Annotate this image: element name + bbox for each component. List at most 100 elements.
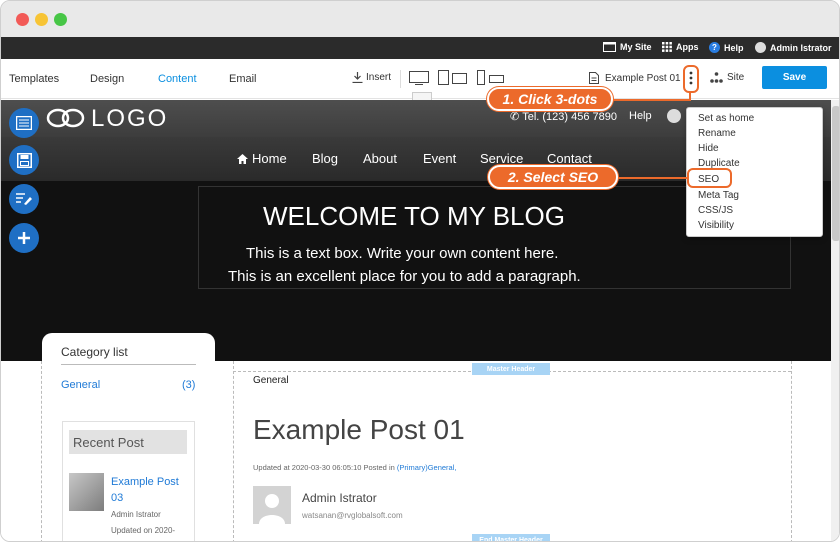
apps-link[interactable]: Apps [662,42,699,52]
sidebar-widget: Category list General (3) Recent Post Ex… [42,333,215,541]
floppy-icon [16,152,32,168]
nav-item-about[interactable]: About [363,151,397,166]
tab-design[interactable]: Design [90,73,124,85]
nav-item-home[interactable]: Home [237,151,287,166]
phone-number: ✆ Tel. (123) 456 7890 [510,110,618,124]
post-breadcrumb[interactable]: General [253,375,289,386]
hero-line-2: This is an excellent place for you to ad… [228,268,581,285]
my-site-link[interactable]: My Site [603,42,652,52]
nav-item-blog[interactable]: Blog [312,151,338,166]
callout-step-2: 2. Select SEO [488,165,618,189]
header-help-link[interactable]: Help [629,110,652,122]
recent-post-updated: Updated on 2020- [111,526,176,535]
save-button[interactable]: Save [762,66,827,89]
seo-highlight [687,168,732,188]
nav-home-label: Home [252,151,287,166]
tab-templates[interactable]: Templates [9,73,59,85]
site-label: Site [727,72,745,83]
browser-window: My Site Apps ? Help Admin Istrator Templ… [0,0,840,542]
minimize-window-dot[interactable] [35,13,48,26]
side-add-button[interactable] [9,223,39,253]
post-title: Example Post 01 [253,414,465,445]
author-email: watsanan@rvglobalsoft.com [302,511,403,520]
callout-1-connector-h [611,99,691,101]
menu-item-meta-tag[interactable]: Meta Tag [698,190,739,201]
logo-icon [46,108,85,128]
end-master-header-badge: End Master Header [472,534,550,541]
sitemap-icon [710,72,723,83]
desktop-view-icon[interactable] [409,71,429,85]
post-category-link[interactable]: (Primary)General, [397,463,457,472]
master-header-badge: Master Header [472,363,550,375]
page-selector[interactable]: Example Post 01 [589,72,681,84]
page-icon [589,72,599,84]
nav-item-contact[interactable]: Contact [547,151,592,166]
menu-item-hide[interactable]: Hide [698,143,719,154]
person-icon [259,494,285,524]
help-icon: ? [709,42,720,53]
mobile-view-icon[interactable] [477,70,507,86]
post-guide-left [233,361,234,541]
recent-post-title: Recent Post [73,435,144,450]
side-edit-button[interactable] [9,184,39,214]
insert-icon [352,72,363,83]
author-avatar [253,486,291,524]
post-meta-text: Updated at 2020-03-30 06:05:10 Posted in [253,463,395,472]
menu-item-css-js[interactable]: CSS/JS [698,205,733,216]
grid-icon [662,42,672,52]
nav-item-service[interactable]: Service [480,151,523,166]
panel-icon [16,116,32,130]
phone-icon: ✆ [510,111,520,123]
toolbar-divider [400,70,401,88]
nav-item-event[interactable]: Event [423,151,456,166]
menu-item-visibility[interactable]: Visibility [698,220,734,231]
header-avatar[interactable] [667,109,681,123]
apps-label: Apps [676,42,699,52]
hero-line-1: This is a text box. Write your own conte… [246,245,559,262]
collapse-toolbar-handle[interactable] [412,92,432,100]
recent-post-link[interactable]: Example Post 03 [111,474,191,506]
admin-bar: My Site Apps ? Help Admin Istrator [1,37,839,59]
window-chrome [1,1,839,37]
edit-list-icon [16,193,32,205]
help-label: Help [724,42,744,53]
maximize-window-dot[interactable] [54,13,67,26]
category-item-general[interactable]: General [61,379,100,391]
callout-step-1: 1. Click 3-dots [487,87,613,111]
tablet-view-icon[interactable] [438,70,468,86]
page-scrollbar[interactable] [831,100,839,541]
post-meta: Updated at 2020-03-30 06:05:10 Posted in… [253,463,456,472]
insert-button[interactable]: Insert [352,72,391,83]
hero-title: WELCOME TO MY BLOG [263,201,565,231]
recent-post-box: Recent Post Example Post 03 Admin Istrat… [62,421,195,541]
category-divider [61,364,196,365]
help-link[interactable]: ? Help [709,42,744,53]
menu-item-rename[interactable]: Rename [698,128,736,139]
logo-text: LOGO [91,105,169,132]
callout-2-connector [617,177,687,179]
category-list-title: Category list [61,345,128,359]
side-panel-button[interactable] [9,108,39,138]
category-count: (3) [182,379,196,391]
post-guide-right [791,361,792,541]
phone-text: Tel. (123) 456 7890 [522,110,618,123]
user-avatar-icon [755,42,766,53]
scrollbar-thumb[interactable] [832,106,839,241]
author-name: Admin Istrator [302,491,377,505]
page-name: Example Post 01 [605,72,681,84]
site-button[interactable]: Site [710,72,744,83]
recent-post-thumbnail[interactable] [69,473,104,511]
plus-icon [18,232,30,244]
monitor-icon [603,42,616,52]
tab-content[interactable]: Content [158,73,197,85]
close-window-dot[interactable] [16,13,29,26]
insert-label: Insert [366,72,392,83]
menu-item-set-as-home[interactable]: Set as home [698,113,754,124]
editor-toolbar: Templates Design Content Email Insert Ex… [1,59,839,100]
home-icon [237,153,248,164]
recent-post-author: Admin Istrator [111,510,161,519]
three-dots-highlight [683,65,699,93]
side-save-button[interactable] [9,145,39,175]
tab-email[interactable]: Email [229,73,257,85]
user-menu[interactable]: Admin Istrator [755,42,832,53]
